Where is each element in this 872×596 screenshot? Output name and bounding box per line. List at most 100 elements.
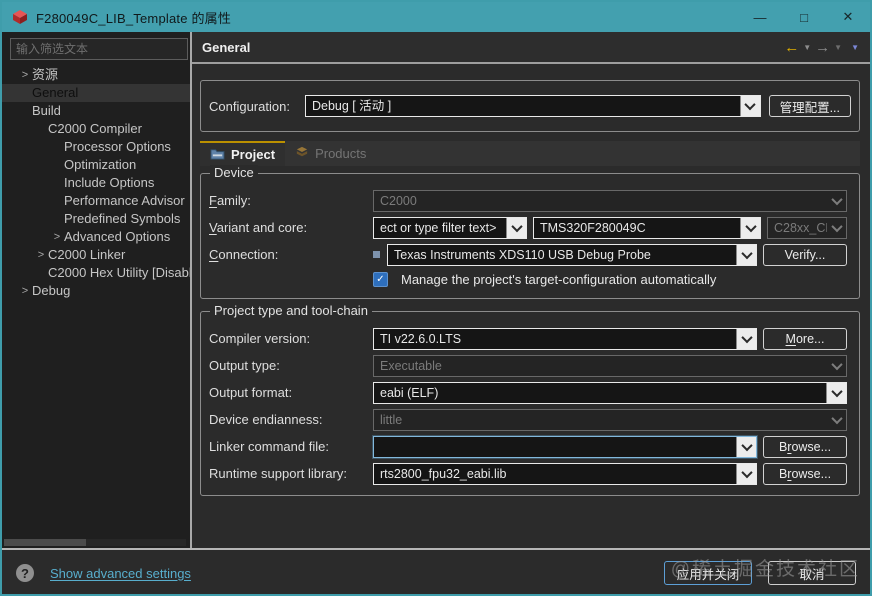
back-history-caret-icon[interactable]: ▼ xyxy=(802,43,812,52)
configuration-select[interactable]: Debug [ 活动 ] xyxy=(305,95,761,117)
tree-item-processor-options[interactable]: Processor Options xyxy=(2,138,190,156)
chevron-right-icon[interactable]: > xyxy=(18,66,32,84)
output-format-select[interactable]: eabi (ELF) xyxy=(373,381,847,404)
ccs-project-icon xyxy=(12,9,28,25)
chevron-down-icon[interactable] xyxy=(736,328,756,349)
help-icon[interactable]: ? xyxy=(16,564,34,582)
chevron-down-icon[interactable] xyxy=(736,244,756,265)
chevron-down-icon xyxy=(827,218,846,238)
cancel-button[interactable]: 取消 xyxy=(768,561,856,585)
close-icon[interactable]: ✕ xyxy=(826,2,870,32)
chevron-right-icon[interactable]: > xyxy=(50,228,64,246)
tree-item-resource[interactable]: > 资源 xyxy=(2,66,190,84)
chevron-down-icon[interactable] xyxy=(736,463,756,484)
tree-item-include-options[interactable]: Include Options xyxy=(2,174,190,192)
configuration-value: Debug [ 活动 ] xyxy=(312,99,392,113)
window-title: F280049C_LIB_Template 的属性 xyxy=(36,10,232,26)
sidebar-horizontal-scrollbar[interactable] xyxy=(4,539,186,546)
endianness-label: Device endianness: xyxy=(209,412,323,427)
settings-scroll-area: Configuration: Debug [ 活动 ] 管理配置... Proj… xyxy=(192,64,870,548)
output-format-label: Output format: xyxy=(209,385,293,400)
tree-item-predefined-symbols[interactable]: Predefined Symbols xyxy=(2,210,190,228)
tree-item-build[interactable]: Build xyxy=(2,102,190,120)
tab-project[interactable]: Project xyxy=(200,141,286,166)
main-row: > 资源 General Build C2000 Compiler Proces… xyxy=(2,32,870,548)
verify-button[interactable]: Verify... xyxy=(763,243,847,266)
forward-history-caret-icon[interactable]: ▼ xyxy=(833,43,843,52)
modified-marker-icon xyxy=(373,251,380,258)
runtime-library-combobox[interactable]: rts2800_fpu32_eabi.lib xyxy=(373,462,757,485)
page-title: General xyxy=(202,39,251,55)
device-group-legend: Device xyxy=(210,165,258,180)
filter-input[interactable] xyxy=(10,38,188,60)
output-type-value: Executable xyxy=(380,358,442,373)
show-advanced-settings-link[interactable]: Show advanced settings xyxy=(50,566,191,581)
chevron-right-icon[interactable]: > xyxy=(18,282,32,300)
tree-item-optimization[interactable]: Optimization xyxy=(2,156,190,174)
variant-core-value: C28xx_CPU1 xyxy=(774,220,827,235)
configuration-label: Configuration: xyxy=(209,98,290,114)
family-label: Family: xyxy=(209,193,251,208)
connection-select[interactable]: Texas Instruments XDS110 USB Debug Probe xyxy=(387,243,757,266)
tree-item-c2000-linker[interactable]: > C2000 Linker xyxy=(2,246,190,264)
chevron-down-icon xyxy=(827,191,846,211)
tree-item-c2000-hex-utility[interactable]: C2000 Hex Utility [Disabled] xyxy=(2,264,190,282)
tree-item-c2000-compiler[interactable]: C2000 Compiler xyxy=(2,120,190,138)
tree-item-general[interactable]: General xyxy=(2,84,190,102)
device-group: Device Family: C2000 Variant and core: e… xyxy=(200,165,860,299)
tree-item-advanced-options[interactable]: > Advanced Options xyxy=(2,228,190,246)
page-header: General ← ▼ → ▼ ▼ xyxy=(192,32,870,64)
forward-arrow-icon[interactable]: → xyxy=(815,39,830,56)
chevron-down-icon[interactable] xyxy=(826,382,846,403)
tree-item-performance-advisor[interactable]: Performance Advisor xyxy=(2,192,190,210)
variant-device-value: TMS320F280049C xyxy=(540,220,646,235)
family-value: C2000 xyxy=(380,193,417,208)
chevron-down-icon[interactable] xyxy=(739,96,760,116)
runtime-library-value: rts2800_fpu32_eabi.lib xyxy=(380,466,507,481)
linker-command-file-combobox[interactable] xyxy=(373,435,757,458)
family-row: Family: C2000 xyxy=(209,187,847,214)
back-arrow-icon[interactable]: ← xyxy=(784,39,799,56)
variant-row: Variant and core: ect or type filter tex… xyxy=(209,214,847,241)
tab-products[interactable]: Products xyxy=(285,141,376,166)
sidebar: > 资源 General Build C2000 Compiler Proces… xyxy=(2,32,192,548)
footer-buttons: 应用并关闭 取消 xyxy=(664,561,856,585)
apply-and-close-button[interactable]: 应用并关闭 xyxy=(664,561,752,585)
chevron-down-icon[interactable] xyxy=(736,436,756,457)
more-button[interactable]: More... xyxy=(763,327,847,350)
view-menu-caret-icon[interactable]: ▼ xyxy=(850,43,860,52)
variant-filter-combobox[interactable]: ect or type filter text> xyxy=(373,216,527,239)
manage-configurations-button[interactable]: 管理配置... xyxy=(768,95,851,117)
manage-target-config-checkbox[interactable]: ✓ xyxy=(373,271,388,287)
manage-target-config-label[interactable]: Manage the project's target-configuratio… xyxy=(401,272,716,287)
endianness-select: little xyxy=(373,408,847,431)
runtime-browse-button[interactable]: Br owse... xyxy=(763,462,847,485)
connection-value: Texas Instruments XDS110 USB Debug Probe xyxy=(394,247,651,262)
linker-command-file-label: Linker command file: xyxy=(209,439,329,454)
chevron-down-icon xyxy=(827,356,846,376)
compiler-version-select[interactable]: TI v22.6.0.LTS xyxy=(373,327,757,350)
manage-target-config-row: ✓ Manage the project's target-configurat… xyxy=(209,268,847,290)
tree-item-debug[interactable]: > Debug xyxy=(2,282,190,300)
history-navigation: ← ▼ → ▼ ▼ xyxy=(784,39,860,56)
toolchain-group: Project type and tool-chain Compiler ver… xyxy=(200,303,860,496)
products-tab-icon xyxy=(295,146,309,161)
scrollbar-thumb[interactable] xyxy=(4,539,86,546)
family-select: C2000 xyxy=(373,189,847,212)
chevron-down-icon[interactable] xyxy=(506,217,526,238)
content-panel: General ← ▼ → ▼ ▼ Configuration: Debug [… xyxy=(192,32,870,548)
output-type-label: Output type: xyxy=(209,358,280,373)
linker-browse-button[interactable]: Br owse... xyxy=(763,435,847,458)
maximize-icon[interactable]: □ xyxy=(782,2,826,32)
compiler-version-label: Compiler version: xyxy=(209,331,311,346)
variant-filter-text: ect or type filter text> xyxy=(380,220,497,235)
compiler-version-value: TI v22.6.0.LTS xyxy=(380,331,462,346)
variant-device-select[interactable]: TMS320F280049C xyxy=(533,216,761,239)
minimize-icon[interactable]: — xyxy=(738,2,782,32)
linker-command-file-row: Linker command file: Br owse... xyxy=(209,433,847,460)
runtime-library-row: Runtime support library: rts2800_fpu32_e… xyxy=(209,460,847,487)
chevron-right-icon[interactable]: > xyxy=(34,246,48,264)
toolchain-group-legend: Project type and tool-chain xyxy=(210,303,372,318)
chevron-down-icon xyxy=(827,410,846,430)
chevron-down-icon[interactable] xyxy=(740,217,760,238)
